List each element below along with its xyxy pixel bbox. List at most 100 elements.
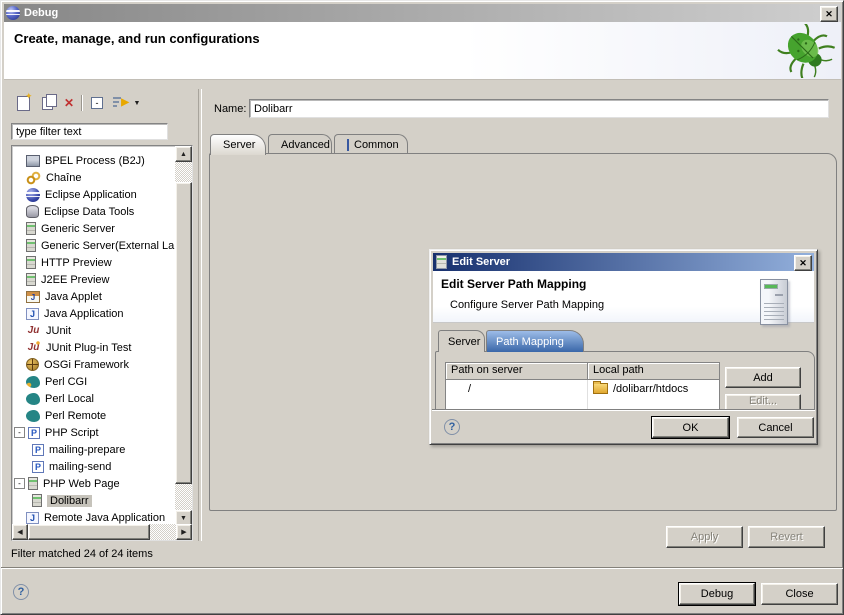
tree-item-label: Java Applet [45,291,102,303]
tree-item-php-script[interactable]: -PPHP Script [14,424,176,441]
scrollbar-track[interactable] [175,484,192,510]
tree-item-perl-local[interactable]: Perl Local [14,390,176,407]
tab-server-settings[interactable]: Server [438,330,485,352]
tree-item-label: JUnit [46,325,71,337]
tree-item-label: Eclipse Data Tools [44,206,134,218]
close-window-icon[interactable]: ✕ [820,6,838,22]
osgi-icon [26,358,39,371]
server-tower-icon [760,279,788,325]
tree-item-bpel-process[interactable]: BPEL Process (B2J) [14,152,176,169]
java-icon: J [26,308,39,320]
tree-item-java-application[interactable]: J Java Application [14,305,176,322]
tree-item-label: Generic Server(External La [41,240,174,252]
close-dialog-icon[interactable]: ✕ [794,255,812,271]
tree-item-perl-remote[interactable]: Perl Remote [14,407,176,424]
collapse-expander-icon[interactable]: - [14,427,25,438]
add-mapping-button[interactable]: Add [725,367,801,388]
collapse-expander-icon[interactable]: - [14,478,25,489]
php-icon: P [32,461,44,473]
local-path-value: /dolibarr/htdocs [613,383,688,395]
chevron-down-icon: ▼ [134,100,141,107]
tab-advanced[interactable]: Advanced [268,134,332,154]
remote-java-icon: J [26,512,39,524]
tree-item-label: OSGi Framework [44,359,129,371]
java-applet-icon: J [26,291,40,303]
toolbar-menu-button[interactable]: ▼ [131,93,143,113]
server-icon [26,239,36,252]
filter-input[interactable] [11,123,168,140]
edit-server-heading: Edit Server Path Mapping [441,277,586,291]
tree-horizontal-scrollbar[interactable]: ◀ ▶ [12,524,192,540]
tree-item-eclipse-application[interactable]: Eclipse Application [14,186,176,203]
tree-item-http-preview[interactable]: HTTP Preview [14,254,176,271]
tree-item-j2ee-preview[interactable]: J2EE Preview [14,271,176,288]
tree-item-java-applet[interactable]: J Java Applet [14,288,176,305]
tree-item-mailing-send[interactable]: Pmailing-send [14,458,193,475]
tree-item-chaine[interactable]: Chaîne [14,169,176,186]
help-icon[interactable]: ? [444,419,460,435]
edit-server-title-bar[interactable]: Edit Server ✕ [433,253,814,271]
table-empty-row [446,397,719,409]
scroll-left-icon[interactable]: ◀ [12,524,28,540]
scroll-up-icon[interactable]: ▲ [175,146,192,162]
local-path-cell: /dolibarr/htdocs [588,380,719,397]
dialog-heading: Create, manage, and run configurations [14,31,260,46]
revert-button[interactable]: Revert [748,526,825,548]
tab-common[interactable]: Common [334,134,408,154]
title-bar[interactable]: Debug ✕ [4,4,841,22]
tree-item-perl-cgi[interactable]: Perl CGI [14,373,176,390]
tree-item-dolibarr[interactable]: Dolibarr [14,492,193,509]
eclipse-icon [6,6,20,20]
close-button[interactable]: Close [761,583,838,605]
table-grid-icon [347,139,349,151]
ok-button[interactable]: OK [652,417,729,438]
help-icon[interactable]: ? [13,584,29,600]
tree-item-label: Perl CGI [45,376,87,388]
table-row[interactable]: / /dolibarr/htdocs [446,380,719,397]
panel-sash[interactable] [198,89,202,541]
eclipse-application-icon [26,188,40,202]
scrollbar-thumb[interactable] [28,524,150,540]
edit-mapping-button[interactable]: Edit... [725,394,801,409]
tree-item-label: Java Application [44,308,124,320]
tree-item-label: HTTP Preview [41,257,112,269]
name-input[interactable] [249,99,829,118]
filter-status-text: Filter matched 24 of 24 items [11,548,153,560]
tab-label: Server [223,139,255,151]
debug-button[interactable]: Debug [679,583,755,605]
tree-item-php-web-page[interactable]: - PHP Web Page [14,475,176,492]
filter-icon: ▶ [113,97,127,109]
tree-item-osgi-framework[interactable]: OSGi Framework [14,356,176,373]
scrollbar-track[interactable] [175,162,192,182]
column-header-local-path[interactable]: Local path [588,363,719,380]
perl-icon [26,393,40,405]
edit-server-header: Edit Server Path Mapping Configure Serve… [433,271,814,323]
filter-button[interactable]: ▶ [109,93,131,113]
tree-item-generic-server-external[interactable]: Generic Server(External La [14,237,176,254]
tree-item-label: J2EE Preview [41,274,109,286]
folder-icon [593,383,608,394]
duplicate-configuration-button[interactable] [37,93,57,113]
column-header-path-on-server[interactable]: Path on server [446,363,588,380]
delete-configuration-button[interactable]: ✕ [59,93,79,113]
footer-separator [1,567,844,569]
tree-item-junit[interactable]: JuJUnit [14,322,176,339]
tab-server[interactable]: Server [210,134,266,155]
tree-item-label: Perl Remote [45,410,106,422]
cancel-button[interactable]: Cancel [737,417,814,438]
scrollbar-thumb[interactable] [175,182,192,484]
scrollbar-track[interactable] [150,524,176,540]
tree-item-label: BPEL Process (B2J) [45,155,145,167]
apply-button[interactable]: Apply [666,526,743,548]
tree-item-generic-server[interactable]: Generic Server [14,220,176,237]
star-glyph: ✦ [25,91,33,102]
collapse-all-button[interactable]: - [87,93,107,113]
tree-item-label: PHP Web Page [43,478,120,490]
new-configuration-button[interactable]: ✦ [13,93,33,113]
scroll-right-icon[interactable]: ▶ [176,524,192,540]
tree-item-junit-plugin-test[interactable]: JuJUnit Plug-in Test [14,339,176,356]
tree-item-mailing-prepare[interactable]: Pmailing-prepare [14,441,193,458]
tree-vertical-scrollbar[interactable]: ▲ ▼ [175,146,192,526]
tab-path-mapping[interactable]: Path Mapping [486,330,584,352]
tree-item-eclipse-data-tools[interactable]: Eclipse Data Tools [14,203,176,220]
